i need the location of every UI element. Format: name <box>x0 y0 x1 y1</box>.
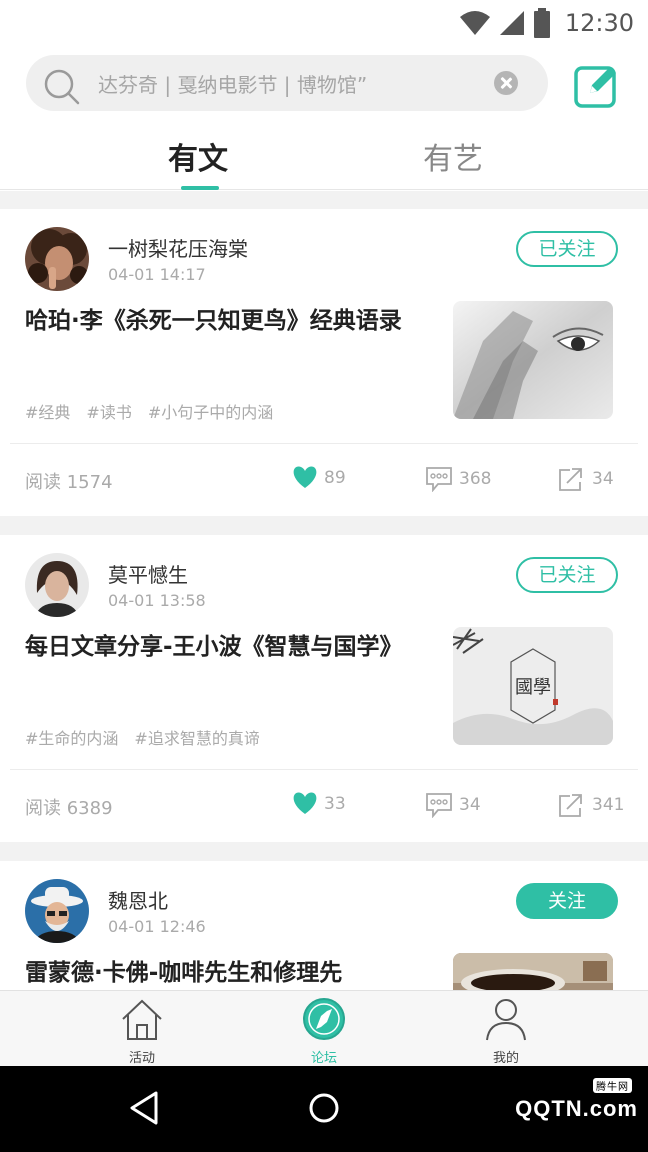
avatar[interactable] <box>25 553 89 617</box>
clear-icon[interactable] <box>494 71 518 95</box>
tag[interactable]: #小句子中的内涵 <box>148 399 273 423</box>
tag-list: #经典 #读书 #小句子中的内涵 <box>25 399 273 423</box>
comment-icon <box>426 793 452 818</box>
tab-bar: 有文 有艺 <box>0 120 648 190</box>
battery-icon <box>533 8 550 38</box>
author-name[interactable]: 魏恩北 <box>108 885 168 914</box>
post-title[interactable]: 每日文章分享-王小波《智慧与国学》 <box>25 631 410 664</box>
follow-button[interactable]: 已关注 <box>516 231 618 267</box>
post-time: 04-01 12:46 <box>108 917 206 936</box>
compose-icon[interactable] <box>574 62 620 108</box>
nav-label: 活动 <box>128 1051 155 1066</box>
like-count: 33 <box>324 793 346 814</box>
share-button[interactable]: 34 <box>558 466 614 492</box>
post-stats: 阅读 1574 89 368 34 <box>0 444 648 516</box>
follow-button[interactable]: 关注 <box>516 883 618 919</box>
wifi-icon <box>459 11 490 35</box>
tag[interactable]: #追求智慧的真谛 <box>134 725 259 749</box>
comment-icon <box>426 467 452 492</box>
author-name[interactable]: 莫平憾生 <box>108 559 188 588</box>
post-card[interactable]: 魏恩北 04-01 12:46 关注 雷蒙德·卡佛-咖啡先生和修理先 <box>0 861 648 990</box>
status-bar: 12:30 <box>0 0 648 46</box>
person-icon <box>486 999 526 1041</box>
tag[interactable]: #经典 <box>25 399 70 423</box>
tab-indicator <box>181 186 219 190</box>
home-icon <box>122 999 162 1040</box>
nav-activities[interactable]: 活动 <box>92 997 192 1066</box>
share-icon <box>559 794 582 817</box>
thumbnail-text: 國學 <box>515 677 551 698</box>
watermark: 腾牛网 QQTN.com <box>515 1078 638 1122</box>
tab-you-yi[interactable]: 有艺 <box>423 134 483 178</box>
search-icon <box>44 69 80 105</box>
comment-count: 34 <box>459 795 481 815</box>
avatar[interactable] <box>25 879 89 943</box>
compass-icon <box>303 998 345 1040</box>
read-count: 阅读 6389 <box>25 798 113 819</box>
post-title[interactable]: 哈珀·李《杀死一只知更鸟》经典语录 <box>25 305 410 338</box>
post-thumbnail[interactable]: 國學 <box>453 627 613 745</box>
watermark-badge: 腾牛网 <box>593 1078 632 1093</box>
system-nav-bar: 腾牛网 QQTN.com <box>0 1066 648 1152</box>
share-icon <box>559 468 582 491</box>
share-button[interactable]: 341 <box>558 792 624 818</box>
nav-forum[interactable]: 论坛 <box>274 997 374 1066</box>
watermark-brand: QQTN.com <box>515 1096 638 1121</box>
post-time: 04-01 13:58 <box>108 591 206 610</box>
comment-button[interactable]: 34 <box>425 792 481 818</box>
follow-button[interactable]: 已关注 <box>516 557 618 593</box>
post-card[interactable]: 一树梨花压海棠 04-01 14:17 已关注 哈珀·李《杀死一只知更鸟》经典语… <box>0 209 648 516</box>
like-button[interactable]: 33 <box>292 792 346 815</box>
author-name[interactable]: 一树梨花压海棠 <box>108 233 248 262</box>
post-thumbnail[interactable] <box>453 953 613 990</box>
clock: 12:30 <box>564 9 634 37</box>
search-placeholder: 达芬奇 | 戛纳电影节 | 博物馆” <box>98 73 368 97</box>
search-input[interactable]: 达芬奇 | 戛纳电影节 | 博物馆” <box>26 55 548 111</box>
tag-list: #生命的内涵 #追求智慧的真谛 <box>25 725 260 749</box>
post-time: 04-01 14:17 <box>108 265 206 284</box>
tag[interactable]: #生命的内涵 <box>25 725 118 749</box>
top-bar: 达芬奇 | 戛纳电影节 | 博物馆” <box>0 46 648 120</box>
post-title[interactable]: 雷蒙德·卡佛-咖啡先生和修理先 <box>25 957 425 990</box>
tab-you-wen[interactable]: 有文 <box>168 134 228 178</box>
like-count: 89 <box>324 467 346 488</box>
read-count: 阅读 1574 <box>25 472 113 493</box>
nav-me[interactable]: 我的 <box>456 997 556 1066</box>
bottom-nav: 活动 论坛 我的 <box>0 990 648 1066</box>
post-feed[interactable]: 一树梨花压海棠 04-01 14:17 已关注 哈珀·李《杀死一只知更鸟》经典语… <box>0 191 648 990</box>
post-stats: 阅读 6389 33 34 341 <box>0 770 648 842</box>
home-button-icon[interactable] <box>307 1090 341 1126</box>
share-count: 34 <box>592 469 614 489</box>
comment-button[interactable]: 368 <box>425 466 491 492</box>
signal-icon <box>499 11 524 35</box>
post-thumbnail[interactable] <box>453 301 613 419</box>
like-button[interactable]: 89 <box>292 466 346 489</box>
nav-label: 论坛 <box>310 1051 337 1066</box>
tag[interactable]: #读书 <box>86 399 131 423</box>
avatar[interactable] <box>25 227 89 291</box>
back-icon[interactable] <box>128 1090 160 1126</box>
share-count: 341 <box>592 795 625 815</box>
nav-label: 我的 <box>492 1051 519 1066</box>
comment-count: 368 <box>459 469 492 489</box>
heart-icon <box>293 466 317 488</box>
heart-icon <box>293 792 317 814</box>
status-icons: 12:30 <box>459 6 634 40</box>
post-card[interactable]: 莫平憾生 04-01 13:58 已关注 每日文章分享-王小波《智慧与国学》 #… <box>0 535 648 842</box>
